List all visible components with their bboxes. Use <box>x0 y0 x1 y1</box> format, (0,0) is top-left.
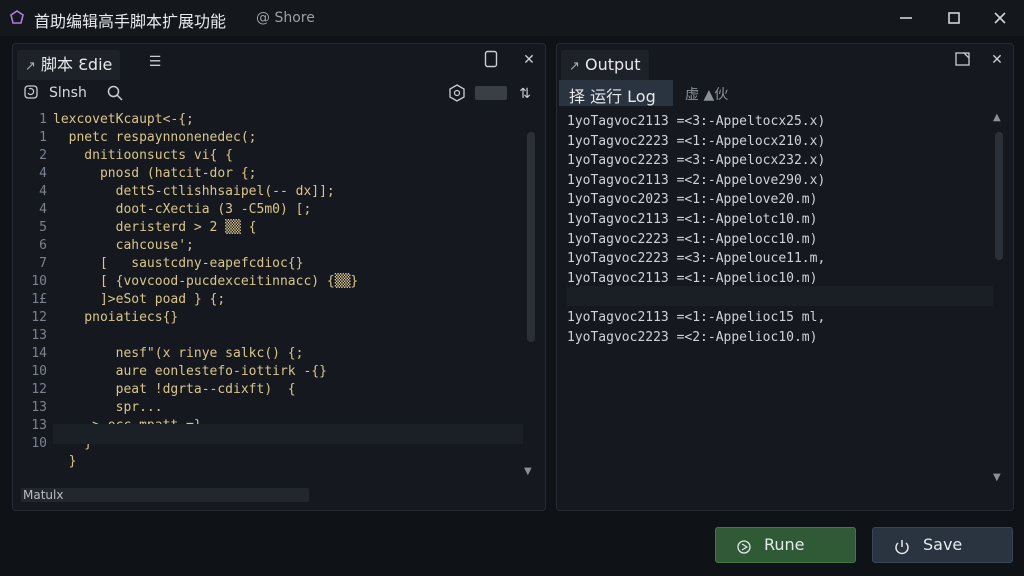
line-number: 1£ <box>31 292 47 307</box>
editor-toolbar: Slnsh ⇅ <box>13 82 545 106</box>
editor-horizontal-scrollbar[interactable]: Matulx <box>21 488 309 502</box>
output-subtab-log-label: 择 运行 Log <box>569 87 656 106</box>
tab-editor[interactable]: ↗ 脚本 Ɛdie <box>17 50 121 80</box>
title-bar: 首助编辑高手脚本扩展功能 @ Shore <box>0 0 1024 36</box>
scroll-up-arrow[interactable]: ▲ <box>993 112 1001 123</box>
log-line: 1yoTagvoc2023 =<1:-Appelove20.m) <box>567 192 818 208</box>
editor-tab-icon: ↗ <box>25 59 36 74</box>
line-number: 13 <box>31 418 47 433</box>
code-text: cahcouse'; <box>53 238 194 253</box>
scroll-down-arrow[interactable]: ▼ <box>993 472 1001 483</box>
settings-icon[interactable] <box>447 84 467 104</box>
output-vertical-scrollbar[interactable] <box>995 132 1003 260</box>
save-button[interactable]: Save <box>872 527 1013 563</box>
log-line: 1yoTagvoc2223 =<3:-Appelocx232.x) <box>567 153 826 169</box>
code-text: aure eonlestefo-iottirk -{} <box>53 364 327 379</box>
code-text: } <box>53 454 77 469</box>
scroll-down-arrow[interactable]: ▼ <box>524 466 532 477</box>
code-text: deristerd > 2 ▒▒ { <box>53 220 257 235</box>
code-text: dettS-ctlishhsaipel(-- dx]]; <box>53 184 335 199</box>
app-logo-icon <box>10 10 24 24</box>
log-line: 1yoTagvoc2223 =<1:-Appelocc10.m) <box>567 231 818 247</box>
line-number: 7 <box>39 256 47 271</box>
log-line: 1yoTagvoc2113 =<1:-Appelotc10.m) <box>567 212 818 227</box>
code-text: pnoiatiecs{} <box>53 310 179 325</box>
output-close-icon[interactable]: ✕ <box>987 50 1007 70</box>
log-line: 1yoTagvoc2223 =<2:-Appelioc10.m) <box>567 329 818 345</box>
line-number: 10 <box>31 436 47 451</box>
line-number: 1 <box>39 112 47 127</box>
output-subtab-2-label: 虚 ▲伙 <box>685 87 729 103</box>
code-text: [ saustcdny-eapefcdioc{} <box>53 256 304 271</box>
window-title: 首助编辑高手脚本扩展功能 <box>34 12 227 31</box>
line-number: 10 <box>31 274 47 289</box>
log-highlight-row <box>567 286 993 306</box>
editor-vertical-scrollbar[interactable] <box>527 132 535 342</box>
code-text: doot-cXectia (3 -C5m0) [; <box>53 202 312 217</box>
close-icon[interactable] <box>988 6 1012 30</box>
refresh-icon[interactable] <box>21 84 41 104</box>
output-tab-icon: ↗ <box>569 59 580 74</box>
line-number: 4 <box>39 202 47 217</box>
code-text: lexcovetKcaupt<-{; <box>53 112 194 127</box>
toggle-switch[interactable] <box>475 86 507 100</box>
device-icon[interactable] <box>481 50 501 70</box>
code-text: peat !dgrta--cdixft) { <box>53 382 296 397</box>
sort-icon[interactable]: ⇅ <box>515 84 535 104</box>
line-number: 4 <box>39 166 47 181</box>
minimize-icon[interactable] <box>894 6 918 30</box>
output-tabbar: ↗ Output ✕ <box>557 44 1013 80</box>
log-line: 1yoTagvoc2113 =<2:-Appelove290.x) <box>567 172 826 188</box>
line-number: 12 <box>31 382 47 397</box>
code-text: ]>eSot poad } {; <box>53 292 226 307</box>
line-number: 2 <box>39 148 47 163</box>
log-line: 1yoTagvoc2223 =<3:-Appelouce11.m, <box>567 251 826 267</box>
line-number: 6 <box>39 238 47 253</box>
editor-panel: ↗ 脚本 Ɛdie ☰ ✕ Slnsh ⇅ 1 lexcovetKcaupt<-{… <box>12 43 546 511</box>
output-tab-label: Output <box>585 55 641 74</box>
window-subtitle: @ Shore <box>256 10 315 26</box>
code-text: spr... <box>53 400 163 415</box>
editor-tabbar: ↗ 脚本 Ɛdie ☰ ✕ <box>13 44 545 80</box>
list-icon[interactable]: ☰ <box>145 52 165 72</box>
run-button-label: Rune <box>764 535 805 554</box>
code-text: nesf"(x rinye salkc() {; <box>53 346 304 361</box>
run-icon <box>736 529 752 563</box>
code-text: pnetc respaynnonenedec(; <box>53 130 257 145</box>
line-number: 1 <box>39 130 47 145</box>
power-icon <box>893 529 911 563</box>
output-subtab-log[interactable]: 择 运行 Log <box>559 80 673 106</box>
line-number: 13 <box>31 400 47 415</box>
line-number: 5 <box>39 220 47 235</box>
log-area[interactable]: 1yoTagvoc2113 =<3:-Appeltocx25.x) 1yoTagv… <box>557 112 987 372</box>
current-line-highlight <box>53 424 523 444</box>
editor-status: Matulx <box>23 488 64 502</box>
maximize-icon[interactable] <box>942 6 966 30</box>
popout-icon[interactable] <box>953 50 973 70</box>
editor-tab-label: 脚本 Ɛdie <box>41 55 113 74</box>
tab-output[interactable]: ↗ Output <box>561 50 649 80</box>
log-line: 1yoTagvoc2113 =<1:-Appelioc15 ml, <box>567 310 826 325</box>
search-icon[interactable] <box>105 84 125 104</box>
line-number: 12 <box>31 310 47 325</box>
search-label[interactable]: Slnsh <box>49 85 87 101</box>
code-text: pnosd (hatcit-dor {; <box>53 166 257 181</box>
code-area[interactable]: 1 lexcovetKcaupt<-{; 1 pnetc respaynnonene… <box>13 112 523 472</box>
output-panel: ↗ Output ✕ 择 运行 Log 虚 ▲伙 1yoTagvoc2113 =… <box>556 43 1014 511</box>
save-button-label: Save <box>923 535 963 554</box>
log-line: 1yoTagvoc2113 =<3:-Appeltocx25.x) <box>567 114 826 129</box>
log-line: 1yoTagvoc2223 =<1:-Appelocx210.x) <box>567 133 826 149</box>
run-button[interactable]: Rune <box>715 527 856 563</box>
line-number: 14 <box>31 346 47 361</box>
output-subtab-2[interactable]: 虚 ▲伙 <box>683 80 763 106</box>
code-text: dnitioonsucts vi{ { <box>53 148 234 163</box>
line-number: 10 <box>31 364 47 379</box>
code-text: [ {vovcood-pucdexceitinnacc) {▒▒} <box>53 274 359 289</box>
line-number: 4 <box>39 184 47 199</box>
line-number: 13 <box>31 328 47 343</box>
editor-close-icon[interactable]: ✕ <box>519 50 539 70</box>
